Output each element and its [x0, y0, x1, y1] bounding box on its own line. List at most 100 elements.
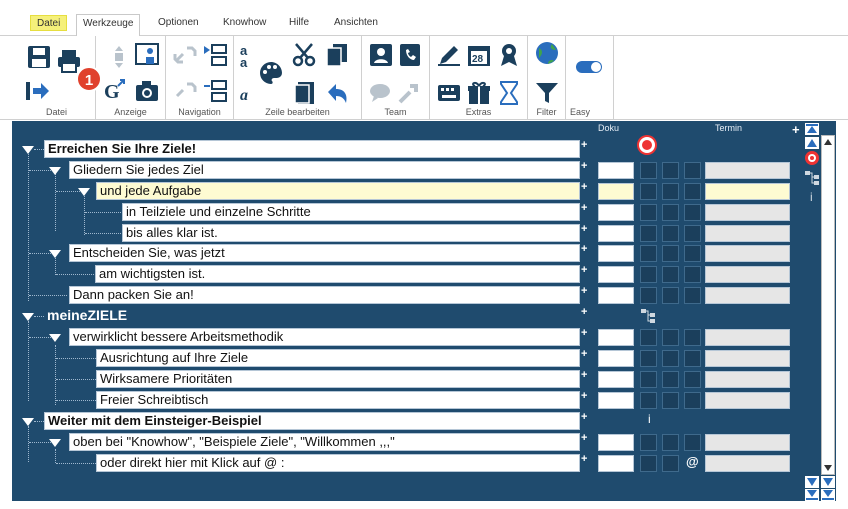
doku-field[interactable]: [598, 392, 634, 409]
add-row-button[interactable]: +: [581, 432, 587, 444]
palette-icon[interactable]: [258, 60, 284, 86]
add-row-button[interactable]: +: [581, 243, 587, 255]
tab-optionen[interactable]: Optionen: [154, 16, 203, 34]
add-row-button[interactable]: +: [581, 411, 587, 423]
save-icon[interactable]: [26, 44, 52, 70]
info-icon[interactable]: i: [810, 190, 813, 204]
globe-icon[interactable]: [534, 40, 560, 66]
row-text[interactable]: bis alles klar ist.: [122, 224, 580, 242]
termin-field[interactable]: [705, 329, 790, 346]
doku-field[interactable]: [598, 455, 634, 472]
doku-field[interactable]: [598, 350, 634, 367]
outline-row[interactable]: Ausrichtung auf Ihre Ziele +: [12, 348, 802, 368]
status-box[interactable]: [662, 287, 679, 304]
termin-field[interactable]: [705, 455, 790, 472]
paste-icon[interactable]: [292, 80, 318, 106]
outline-row[interactable]: bis alles klar ist. +: [12, 223, 802, 243]
add-row-button[interactable]: +: [581, 453, 587, 465]
tab-hilfe[interactable]: Hilfe: [285, 16, 313, 34]
status-box[interactable]: [662, 225, 679, 242]
status-box[interactable]: [640, 183, 657, 200]
status-box[interactable]: [662, 455, 679, 472]
outline-row[interactable]: Erreichen Sie Ihre Ziele! +: [12, 139, 802, 159]
doku-field[interactable]: [598, 371, 634, 388]
status-box[interactable]: [684, 371, 701, 388]
status-box[interactable]: [684, 183, 701, 200]
row-text[interactable]: oben bei "Knowhow", "Beispiele Ziele", "…: [69, 433, 580, 451]
scroll-bottom-icon[interactable]: [805, 489, 819, 501]
tab-ansichten[interactable]: Ansichten: [330, 16, 382, 34]
network-icon[interactable]: [804, 170, 820, 186]
add-column-button[interactable]: +: [792, 122, 800, 137]
status-box[interactable]: [640, 329, 657, 346]
outline-row[interactable]: oben bei "Knowhow", "Beispiele Ziele", "…: [12, 432, 802, 452]
award-icon[interactable]: [496, 42, 522, 68]
termin-field[interactable]: [705, 287, 790, 304]
outline-row[interactable]: Freier Schreibtisch +: [12, 390, 802, 410]
row-text[interactable]: Entscheiden Sie, was jetzt: [69, 244, 580, 262]
status-box[interactable]: [684, 162, 701, 179]
row-text[interactable]: meineZIELE: [44, 307, 580, 325]
toggle-icon[interactable]: [574, 54, 604, 80]
hourglass-icon[interactable]: [496, 80, 522, 106]
camera-icon[interactable]: [134, 78, 160, 104]
outline-row[interactable]: meineZIELE +: [12, 306, 802, 326]
outline-row[interactable]: in Teilziele und einzelne Schritte +: [12, 202, 802, 222]
outline-row[interactable]: Wirksamere Prioritäten +: [12, 369, 802, 389]
keyboard-icon[interactable]: [436, 80, 462, 106]
link-icon[interactable]: [172, 42, 198, 68]
outline-row[interactable]: Dann packen Sie an! +: [12, 285, 802, 305]
tree-collapse-icon[interactable]: [202, 78, 228, 104]
add-row-button[interactable]: +: [581, 285, 587, 297]
add-row-button[interactable]: +: [581, 327, 587, 339]
add-row-button[interactable]: +: [581, 264, 587, 276]
status-box[interactable]: [684, 245, 701, 262]
gift-icon[interactable]: [466, 80, 492, 106]
status-box[interactable]: [640, 204, 657, 221]
doku-field[interactable]: [598, 225, 634, 242]
share-icon[interactable]: [396, 80, 422, 106]
unlink-icon[interactable]: [172, 78, 198, 104]
tab-werkzeuge[interactable]: Werkzeuge: [76, 14, 141, 36]
at-link[interactable]: @: [686, 454, 699, 469]
status-box[interactable]: [662, 392, 679, 409]
termin-field[interactable]: [705, 434, 790, 451]
add-row-button[interactable]: +: [581, 348, 587, 360]
row-text[interactable]: Erreichen Sie Ihre Ziele!: [44, 140, 580, 158]
scroll-up-arrow-icon[interactable]: [823, 137, 833, 147]
add-row-button[interactable]: +: [581, 202, 587, 214]
outline-row-selected[interactable]: und jede Aufgabe +: [12, 181, 802, 201]
termin-field[interactable]: [705, 225, 790, 242]
row-text[interactable]: Freier Schreibtisch: [96, 391, 580, 409]
row-text[interactable]: Dann packen Sie an!: [69, 286, 580, 304]
row-text[interactable]: Ausrichtung auf Ihre Ziele: [96, 349, 580, 367]
cut-icon[interactable]: [292, 42, 318, 68]
row-text[interactable]: am wichtigsten ist.: [95, 265, 580, 283]
status-box[interactable]: [662, 183, 679, 200]
add-row-button[interactable]: +: [581, 390, 587, 402]
outline-row[interactable]: verwirklicht bessere Arbeitsmethodik +: [12, 327, 802, 347]
doku-field[interactable]: [598, 329, 634, 346]
presenter-icon[interactable]: [134, 42, 160, 68]
status-box[interactable]: [684, 204, 701, 221]
tab-datei[interactable]: Datei: [30, 15, 68, 31]
status-box[interactable]: [684, 350, 701, 367]
row-text[interactable]: in Teilziele und einzelne Schritte: [122, 203, 580, 221]
termin-field[interactable]: [705, 371, 790, 388]
doku-field[interactable]: [598, 266, 634, 283]
network-icon[interactable]: [640, 308, 656, 324]
scroll-top-icon[interactable]: [805, 123, 819, 135]
status-box[interactable]: [684, 287, 701, 304]
status-box[interactable]: [640, 455, 657, 472]
add-row-button[interactable]: +: [581, 369, 587, 381]
tab-knowhow[interactable]: Knowhow: [219, 16, 270, 34]
status-box[interactable]: [684, 434, 701, 451]
google-icon[interactable]: G: [102, 76, 128, 102]
scroll-bottom-icon[interactable]: [821, 489, 835, 501]
pen-icon[interactable]: [436, 42, 462, 68]
outline-row[interactable]: oder direkt hier mit Klick auf @ : + @: [12, 453, 802, 473]
add-row-button[interactable]: +: [581, 306, 587, 318]
collapse-triangle-icon[interactable]: [49, 439, 61, 447]
status-box[interactable]: [640, 287, 657, 304]
doku-field[interactable]: [598, 162, 634, 179]
